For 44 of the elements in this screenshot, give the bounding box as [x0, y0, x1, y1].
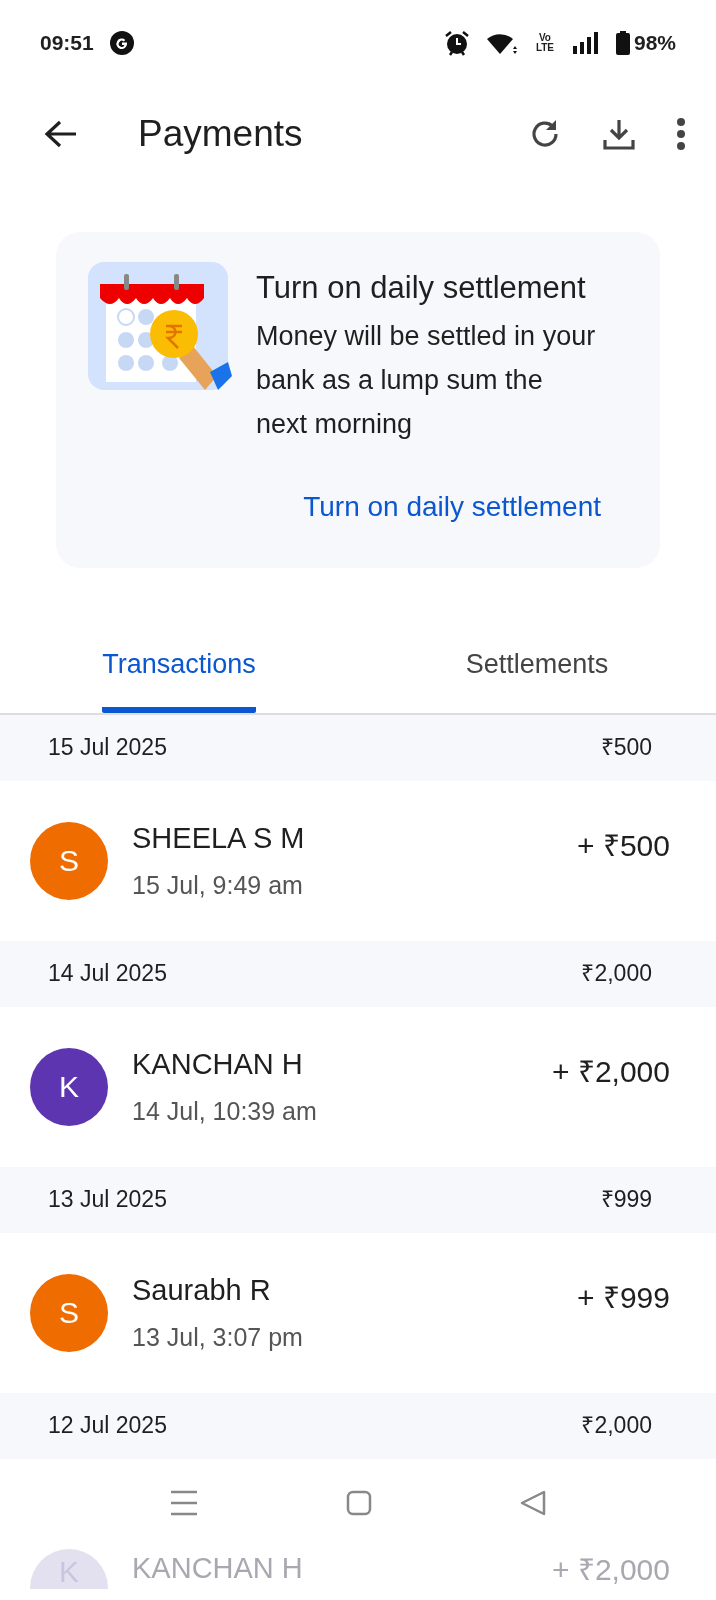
back-icon[interactable] [520, 1489, 546, 1516]
g-logo-icon [109, 31, 134, 55]
more-options-icon [676, 117, 686, 151]
battery-level: 98% [633, 30, 676, 57]
daily-total: ₹2,000 [581, 959, 652, 989]
signal-icon [571, 32, 600, 54]
alarm-clock-icon [443, 30, 470, 56]
transaction-amount: + ₹500 [577, 827, 670, 864]
avatar: S [30, 1273, 108, 1352]
transaction-amount: + ₹2,000 [552, 1551, 670, 1588]
date-header: 12 Jul 2025 [48, 1411, 167, 1441]
back-arrow-icon [44, 119, 78, 149]
transaction-time: 14 Jul, 10:39 am [132, 1095, 317, 1127]
transaction-row[interactable]: K KANCHAN H 14 Jul, 10:39 am + ₹2,000 [0, 1006, 716, 1167]
daily-total: ₹2,000 [581, 1411, 652, 1441]
daily-settlement-link[interactable]: Turn on daily settlement [303, 486, 601, 528]
avatar: S [30, 821, 108, 900]
date-header: 13 Jul 2025 [48, 1185, 167, 1215]
wifi-icon [485, 31, 518, 55]
transaction-amount: + ₹999 [577, 1279, 670, 1316]
payer-name: Saurabh R [132, 1273, 272, 1308]
transaction-amount: + ₹2,000 [552, 1053, 670, 1090]
page-title: Payments [138, 112, 303, 157]
payer-name: KANCHAN H [132, 1047, 304, 1082]
promo-title: Turn on daily settlement [256, 269, 587, 307]
avatar: K [30, 1047, 108, 1126]
date-header: 14 Jul 2025 [48, 959, 167, 989]
battery-icon [615, 31, 630, 55]
network-label: Vo LTE [534, 33, 556, 53]
payer-name: SHEELA S M [132, 821, 305, 856]
date-header: 15 Jul 2025 [48, 733, 167, 763]
status-time: 09:51 [40, 30, 94, 57]
daily-total: ₹500 [600, 733, 652, 763]
tab[interactable]: Settlements [358, 628, 716, 713]
transaction-row[interactable]: S Saurabh R 13 Jul, 3:07 pm + ₹999 [0, 1232, 716, 1393]
daily-total: ₹999 [600, 1185, 652, 1215]
download-icon [602, 117, 636, 151]
promo-description: Money will be settled in your bank as a lump sum the next morning [256, 320, 597, 441]
transaction-time: 15 Jul, 9:49 am [132, 869, 304, 901]
transaction-row[interactable]: S SHEELA S M 15 Jul, 9:49 am + ₹500 [0, 780, 716, 941]
transaction-time: 13 Jul, 3:07 pm [132, 1321, 303, 1353]
recent-apps-icon[interactable] [170, 1489, 198, 1516]
payer-name: KANCHAN H [132, 1551, 303, 1587]
home-icon[interactable] [346, 1489, 372, 1516]
